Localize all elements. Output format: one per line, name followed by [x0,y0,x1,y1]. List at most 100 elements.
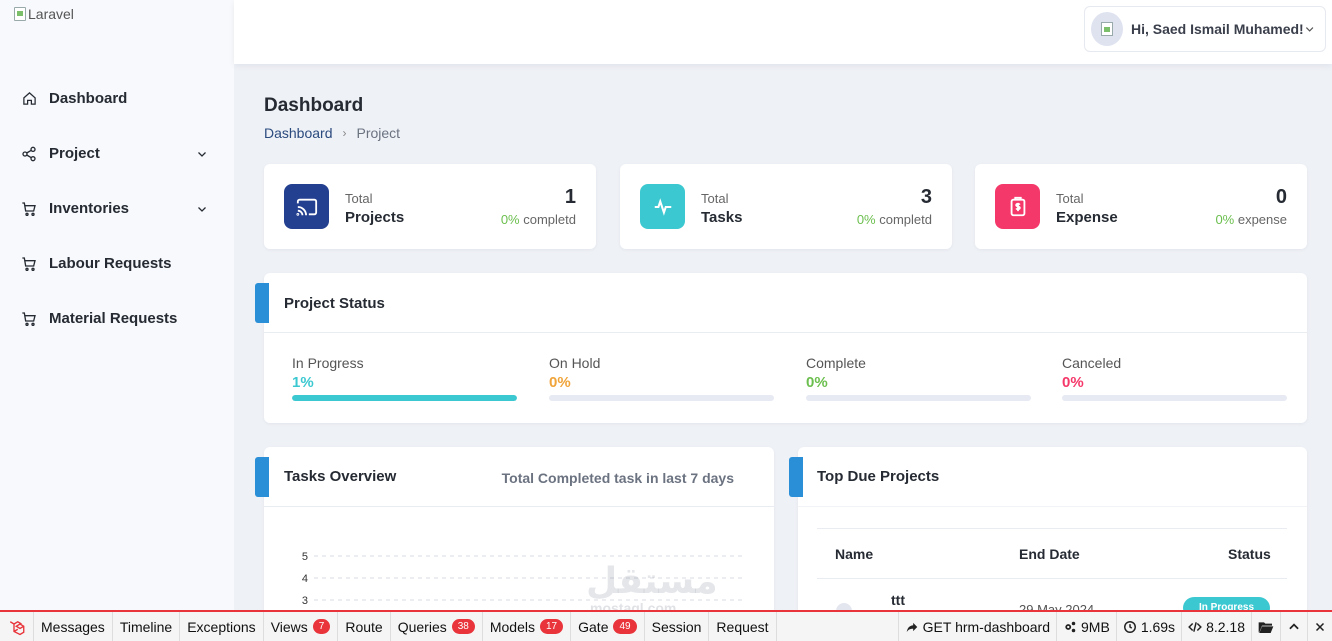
table-row-name[interactable]: ttt [891,592,905,608]
debugbar-tab-label: Session [651,618,702,635]
broken-image-icon [14,7,26,21]
breadcrumb: Dashboard › Project [264,125,400,141]
debugbar-maximize-button[interactable] [1280,612,1307,641]
topbar: Hi, Saed Ismail Muhamed! [234,0,1332,64]
debugbar-tab-label: Messages [41,618,105,635]
stat-sub: 0% completd [501,212,576,227]
activity-icon [654,197,671,216]
section-accent [255,283,269,323]
sidebar-item-labour-requests[interactable]: Labour Requests [0,236,234,291]
debugbar-tab-label: Request [716,618,769,635]
stat-card-expense: Total Expense 0 0% expense [975,164,1307,249]
y-tick-label: 3 [302,595,308,607]
cogs-icon [1065,621,1076,632]
stat-pct: 0% [1215,212,1235,227]
debugbar-right: GET hrm-dashboard 9MB 1.69s 8.2.18 [897,612,1332,641]
column-header-end-date[interactable]: End Date [1019,546,1080,562]
top-due-projects-card: Top Due Projects Name End Date Status tt… [789,447,1307,619]
stat-icon-box [284,184,329,229]
home-icon [21,91,37,107]
progress-track [806,395,1031,401]
debugbar-route[interactable]: GET hrm-dashboard [897,612,1056,641]
section-accent [255,457,269,497]
count-badge: 17 [540,619,564,634]
stat-pct: 0% [500,212,520,227]
stat-icon-box [640,184,685,229]
divider [817,528,1287,529]
stat-icon-box [995,184,1040,229]
section-subtitle: Total Completed task in last 7 days [501,470,734,486]
debugbar: Messages Timeline Exceptions Views 7 Route Que… [0,610,1332,641]
cart-icon [21,201,37,217]
stat-card-projects: Total Projects 1 0% completd [264,164,596,249]
debugbar-close-button[interactable] [1307,612,1332,641]
count-badge: 38 [451,619,475,634]
debugbar-tab-label: Views [270,618,308,635]
breadcrumb-current: Project [356,125,401,141]
debugbar-tab-timeline[interactable]: Timeline [113,612,181,641]
stat-sub: 0% expense [1215,212,1287,227]
progress-fill [292,395,517,401]
status-complete: Complete 0% [806,355,1031,401]
sidebar-item-material-requests[interactable]: Material Requests [0,291,234,346]
breadcrumb-link-dashboard[interactable]: Dashboard [264,125,333,141]
laravel-logo-icon[interactable] [0,612,34,641]
memory-text: 9MB [1081,618,1110,635]
debugbar-memory[interactable]: 9MB [1056,612,1116,641]
y-tick-label: 5 [302,551,308,563]
debugbar-tab-label: Queries [397,618,447,635]
status-in-progress: In Progress 1% [292,355,517,401]
debugbar-tab-route[interactable]: Route [338,612,391,641]
stat-label-small: Total [701,191,729,206]
time-text: 1.69s [1140,618,1176,635]
sidebar-item-label: Material Requests [49,310,178,327]
cast-icon [295,198,317,216]
debugbar-time[interactable]: 1.69s [1115,612,1181,641]
cart-icon [21,311,37,327]
folder-open-icon [1258,621,1274,633]
debugbar-php[interactable]: 8.2.18 [1181,612,1251,641]
debugbar-tab-views[interactable]: Views 7 [264,612,339,641]
divider [798,506,1307,507]
debugbar-tab-queries[interactable]: Queries 38 [391,612,483,641]
stat-sub-text: completd [875,212,932,227]
chevron-down-icon [198,206,206,212]
debugbar-tab-label: Exceptions [187,618,256,635]
sidebar-item-dashboard[interactable]: Dashboard [0,71,234,126]
project-status-card: Project Status In Progress 1% On Hold 0%… [255,273,1307,423]
cart-icon [21,256,37,272]
user-menu-button[interactable]: Hi, Saed Ismail Muhamed! [1084,6,1326,52]
sidebar-item-project[interactable]: Project [0,126,234,181]
debugbar-tab-gate[interactable]: Gate 49 [571,612,645,641]
route-text: GET hrm-dashboard [922,618,1051,635]
sidebar: Laravel Dashboard Project Inventories La… [0,0,234,610]
status-value: 0% [1062,374,1084,391]
logo[interactable]: Laravel [14,6,74,22]
share-arrow-icon [906,622,917,632]
debugbar-tab-request[interactable]: Request [709,612,777,641]
stat-label-small: Total [345,191,373,206]
divider [264,332,1307,333]
debugbar-tab-label: Models [489,618,535,635]
column-header-status[interactable]: Status [1228,546,1271,562]
debugbar-tab-exceptions[interactable]: Exceptions [180,612,264,641]
debugbar-tab-label: Route [345,618,383,635]
debugbar-open-button[interactable] [1251,612,1280,641]
debugbar-tab-messages[interactable]: Messages [34,612,113,641]
status-value: 0% [549,374,571,391]
share-icon [21,146,37,162]
debugbar-tab-label: Timeline [119,618,173,635]
stat-label: Projects [345,209,405,226]
column-header-name[interactable]: Name [835,546,873,562]
clock-icon [1123,620,1136,633]
divider [817,578,1287,579]
status-value: 0% [806,374,828,391]
stat-label-small: Total [1056,191,1084,206]
debugbar-tab-models[interactable]: Models 17 [483,612,572,641]
count-badge: 49 [613,619,637,634]
sidebar-item-inventories[interactable]: Inventories [0,181,234,236]
debugbar-tab-session[interactable]: Session [645,612,710,641]
stat-label: Tasks [701,209,743,226]
stat-value: 1 [564,186,576,208]
divider [264,506,774,507]
